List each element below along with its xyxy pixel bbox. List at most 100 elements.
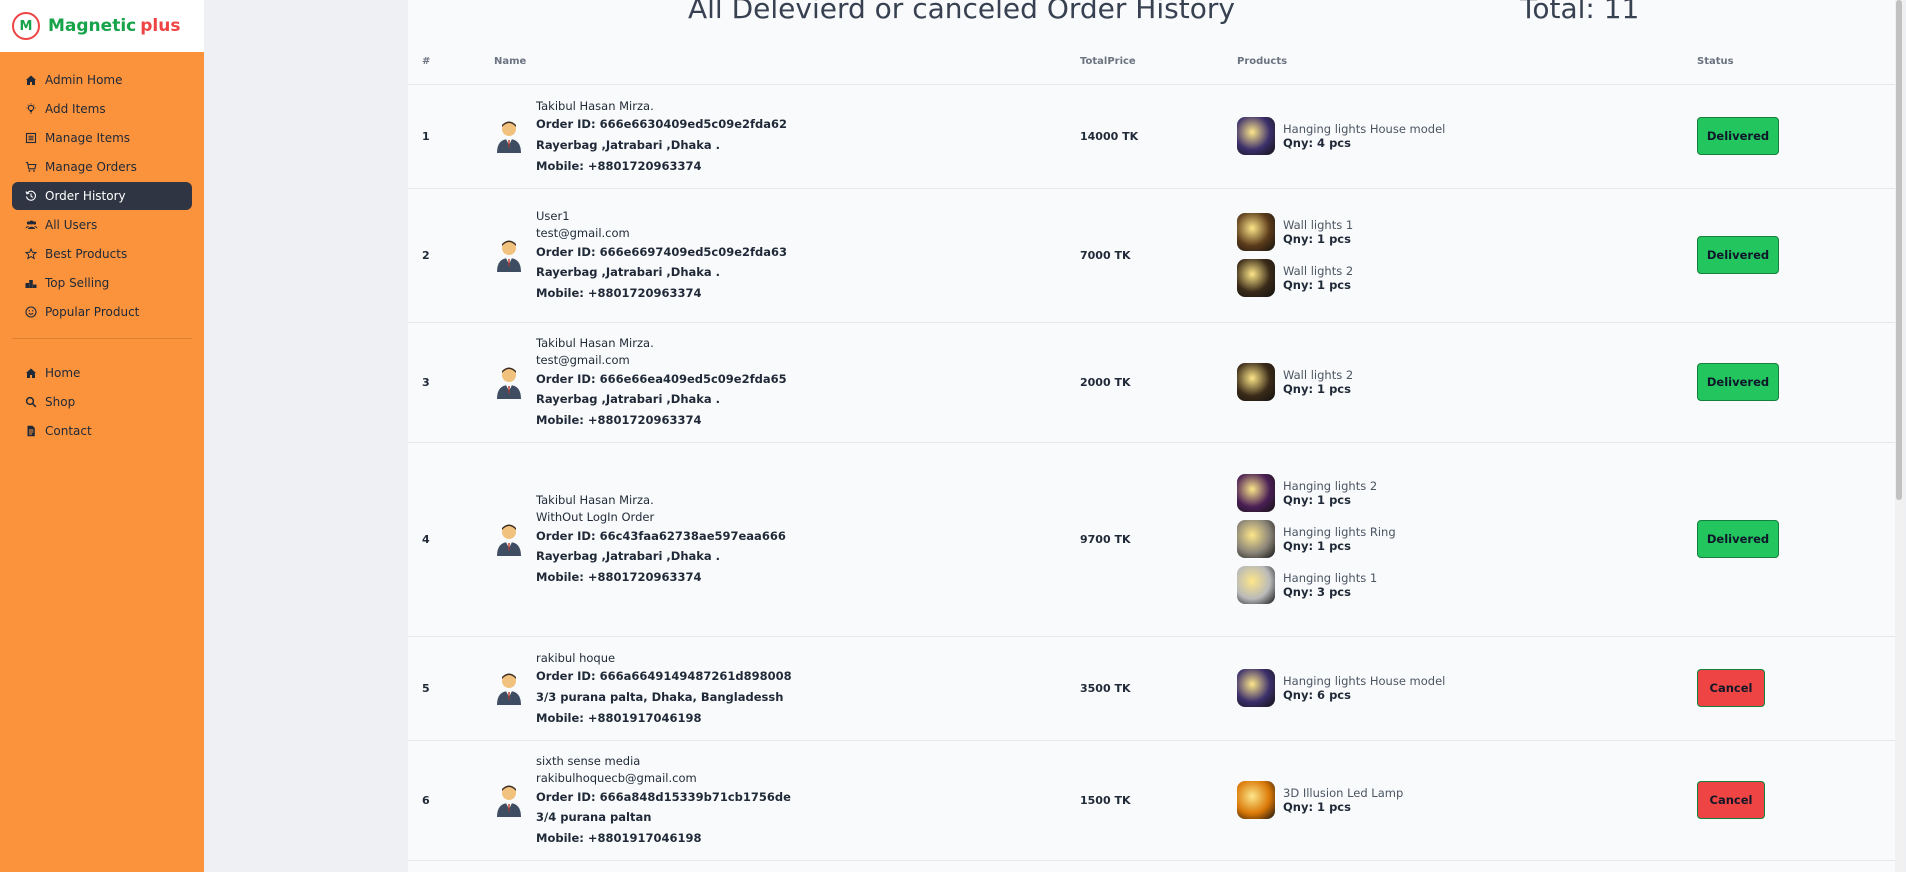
column-header-status: Status [1683, 40, 1903, 85]
sidebar-item-manage-orders[interactable]: Manage Orders [12, 153, 192, 181]
table-row: 6 sixth sense media rakibulhoquecb@gmail.… [408, 740, 1903, 861]
status-cell: Cancel [1683, 740, 1903, 861]
product-name: 3D Illusion Led Lamp [1283, 786, 1404, 800]
mobile-number: Mobile: +8801720963374 [536, 413, 702, 427]
product-quantity: Qny: 3 pcs [1283, 585, 1351, 599]
sidebar-item-label: Top Selling [45, 276, 110, 290]
products-cell: Wall lights 2 Qny: 1 pcs [1223, 322, 1683, 443]
products-cell: Hanging lights House model Qny: 4 pcs [1223, 84, 1683, 189]
table-row: 4 Takibul Hasan Mirza. WithOut LogIn Orde… [408, 442, 1903, 637]
shipping-address: Rayerbag ,Jatrabari ,Dhaka . [536, 265, 721, 280]
status-delivered-button[interactable]: Delivered [1697, 117, 1779, 155]
product-thumbnail [1237, 363, 1275, 401]
table-row: 5 rakibul hoque Order ID: 666a6649149487… [408, 636, 1903, 741]
sidebar-item-label: Contact [45, 424, 92, 438]
status-cell: Delivered [1683, 322, 1903, 443]
mobile-number: Mobile: +8801720963374 [536, 286, 702, 300]
brand-name-part1: Magnetic [48, 16, 137, 36]
sidebar-item-best-products[interactable]: Best Products [12, 240, 192, 268]
status-cell: Delivered [1683, 188, 1903, 323]
sidebar-item-order-history[interactable]: Order History [12, 182, 192, 210]
sidebar-item-add-items[interactable]: Add Items [12, 95, 192, 123]
row-number-cell: 3 [408, 322, 480, 443]
product-item: 3D Illusion Led Lamp Qny: 1 pcs [1237, 781, 1683, 819]
avatar [494, 238, 524, 272]
mobile-number: Mobile: +8801720963374 [536, 570, 702, 584]
status-delivered-button[interactable]: Delivered [1697, 236, 1779, 274]
total-price-cell: 14000 TK [1066, 84, 1223, 189]
status-delivered-button[interactable]: Delivered [1697, 520, 1779, 558]
mobile-number: Mobile: +8801917046198 [536, 831, 702, 845]
brand[interactable]: M Magnetic plus [0, 0, 204, 52]
sidebar-item-contact[interactable]: Contact [12, 417, 192, 445]
sidebar-item-label: Popular Product [45, 305, 140, 319]
cart-icon [24, 160, 38, 174]
order-id: Order ID: 666a848d15339b71cb1756de [536, 789, 791, 804]
sidebar-item-all-users[interactable]: All Users [12, 211, 192, 239]
avatar [494, 119, 524, 153]
product-quantity: Qny: 1 pcs [1283, 800, 1351, 814]
total-price: 1500 TK [1080, 793, 1131, 807]
sidebar-item-popular-product[interactable]: Popular Product [12, 298, 192, 326]
status-cell: Delivered [1683, 442, 1903, 637]
status-delivered-button[interactable]: Delivered [1697, 363, 1779, 401]
house-icon [24, 366, 38, 380]
products-cell: 3D Illusion Led Lamp Qny: 1 pcs [1223, 740, 1683, 861]
customer-cell: User1 test@gmail.com Order ID: 666e669740… [480, 188, 1066, 323]
avatar [494, 365, 524, 399]
status-cancel-button[interactable]: Cancel [1697, 781, 1765, 819]
sidebar: M Magnetic plus Admin Home Add Items Mana… [0, 0, 204, 872]
total-price: 2000 TK [1080, 375, 1131, 389]
total-price-cell: 9700 TK [1066, 442, 1223, 637]
status-cancel-button[interactable]: Cancel [1697, 669, 1765, 707]
column-header-number: # [408, 40, 480, 85]
product-thumbnail [1237, 474, 1275, 512]
sidebar-item-label: All Users [45, 218, 98, 232]
document-icon [24, 424, 38, 438]
sidebar-item-home[interactable]: Home [12, 359, 192, 387]
product-thumbnail [1237, 781, 1275, 819]
product-quantity: Qny: 1 pcs [1283, 232, 1351, 246]
product-name: Hanging lights 2 [1283, 479, 1378, 493]
brand-name-part2: plus [140, 16, 181, 36]
product-quantity: Qny: 6 pcs [1283, 688, 1351, 702]
table-head: # Name TotalPrice Products Status [408, 40, 1903, 85]
customer-info-line: test@gmail.com [536, 225, 630, 240]
table-body: 1 Takibul Hasan Mirza. Order ID: 666e663… [408, 84, 1903, 861]
customer-info: User1 test@gmail.com Order ID: 666e669740… [536, 208, 787, 301]
sidebar-item-manage-items[interactable]: Manage Items [12, 124, 192, 152]
products-cell: Hanging lights House model Qny: 6 pcs [1223, 636, 1683, 741]
sidebar-item-top-selling[interactable]: Top Selling [12, 269, 192, 297]
lightbulb-icon [24, 102, 38, 116]
scrollbar-thumb[interactable] [1896, 0, 1902, 500]
sidebar-item-admin-home[interactable]: Admin Home [12, 66, 192, 94]
customer-info-line: Takibul Hasan Mirza. [536, 493, 654, 508]
customer-info: sixth sense media rakibulhoquecb@gmail.co… [536, 753, 791, 846]
product-quantity: Qny: 1 pcs [1283, 493, 1351, 507]
sidebar-item-label: Shop [45, 395, 76, 409]
customer-info-line: rakibul hoque [536, 650, 616, 665]
sidebar-item-label: Best Products [45, 247, 128, 261]
product-item: Hanging lights 1 Qny: 3 pcs [1237, 566, 1683, 604]
order-history-table: # Name TotalPrice Products Status 1 Taki… [408, 40, 1903, 861]
product-name: Hanging lights House model [1283, 674, 1446, 688]
order-id: Order ID: 666a6649149487261d898008 [536, 669, 792, 684]
sidebar-item-label: Order History [45, 189, 126, 203]
podium-icon [24, 276, 38, 290]
sidebar-item-shop[interactable]: Shop [12, 388, 192, 416]
product-thumbnail [1237, 520, 1275, 558]
customer-cell: Takibul Hasan Mirza. test@gmail.com Order… [480, 322, 1066, 443]
product-item: Hanging lights 2 Qny: 1 pcs [1237, 474, 1683, 512]
customer-info-line: Takibul Hasan Mirza. [536, 98, 654, 113]
product-item: Hanging lights Ring Qny: 1 pcs [1237, 520, 1683, 558]
row-number-cell: 2 [408, 188, 480, 323]
customer-cell: Takibul Hasan Mirza. Order ID: 666e66304… [480, 84, 1066, 189]
mobile-number: Mobile: +8801720963374 [536, 158, 702, 173]
total-price-cell: 1500 TK [1066, 740, 1223, 861]
product-thumbnail [1237, 259, 1275, 297]
users-icon [24, 218, 38, 232]
customer-info-line: rakibulhoquecb@gmail.com [536, 770, 697, 785]
order-id: Order ID: 666e6630409ed5c09e2fda62 [536, 117, 788, 132]
vertical-scrollbar[interactable] [1895, 0, 1903, 872]
table-row: 3 Takibul Hasan Mirza. test@gmail.com Ord… [408, 322, 1903, 443]
